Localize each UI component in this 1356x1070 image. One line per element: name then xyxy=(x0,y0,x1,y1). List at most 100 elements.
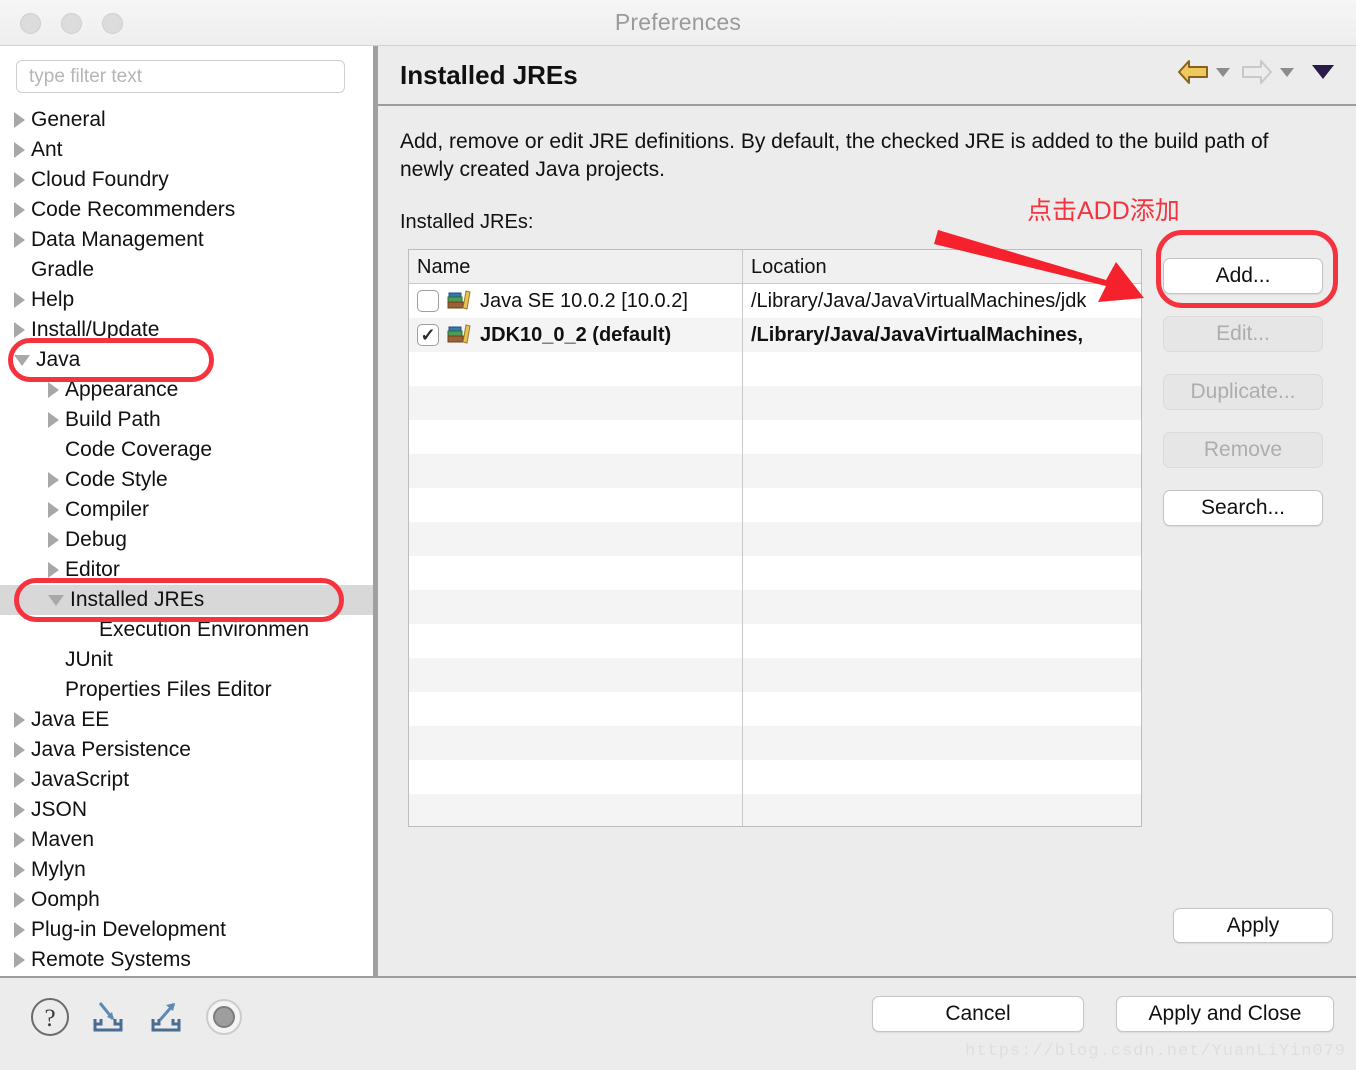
sidebar-item-ant[interactable]: Ant xyxy=(0,135,375,165)
table-row[interactable]: Java SE 10.0.2 [10.0.2] /Library/Java/Jav… xyxy=(409,284,1141,318)
help-icon[interactable]: ? xyxy=(28,995,72,1044)
twisty-collapsed-icon[interactable] xyxy=(48,562,59,578)
sidebar-item-maven[interactable]: Maven xyxy=(0,825,375,855)
twisty-expanded-icon[interactable] xyxy=(48,594,64,606)
sidebar-item-editor[interactable]: Editor xyxy=(0,555,375,585)
export-icon[interactable] xyxy=(144,995,188,1044)
sidebar-item-java-ee[interactable]: Java EE xyxy=(0,705,375,735)
sidebar-item-java[interactable]: Java xyxy=(0,345,375,375)
cell-empty xyxy=(743,794,1141,826)
cell-empty xyxy=(743,352,1141,386)
twisty-collapsed-icon[interactable] xyxy=(14,712,25,728)
page-description: Add, remove or edit JRE definitions. By … xyxy=(400,130,1269,182)
sidebar-item-data-management[interactable]: Data Management xyxy=(0,225,375,255)
twisty-collapsed-icon[interactable] xyxy=(14,892,25,908)
forward-arrow-icon xyxy=(1240,58,1274,86)
restore-defaults-icon[interactable] xyxy=(202,995,246,1044)
search-button[interactable]: Search... xyxy=(1163,490,1323,526)
back-arrow-icon[interactable] xyxy=(1176,58,1210,86)
add-button[interactable]: Add... xyxy=(1163,258,1323,294)
twisty-collapsed-icon[interactable] xyxy=(14,832,25,848)
sidebar-item-code-coverage[interactable]: Code Coverage xyxy=(0,435,375,465)
search-input[interactable] xyxy=(16,60,345,93)
twisty-collapsed-icon[interactable] xyxy=(48,412,59,428)
apply-and-close-button[interactable]: Apply and Close xyxy=(1116,996,1334,1032)
twisty-collapsed-icon[interactable] xyxy=(14,952,25,968)
sidebar-item-label: Install/Update xyxy=(31,318,160,341)
twisty-collapsed-icon[interactable] xyxy=(14,292,25,308)
sidebar-item-install-update[interactable]: Install/Update xyxy=(0,315,375,345)
twisty-collapsed-icon[interactable] xyxy=(14,322,25,338)
cell-location: /Library/Java/JavaVirtualMachines/jdk xyxy=(751,290,1087,312)
table-row-empty xyxy=(409,692,1141,726)
preferences-tree[interactable]: General Ant Cloud Foundry Code Recommenders… xyxy=(0,105,375,976)
sidebar-item-label: Cloud Foundry xyxy=(31,168,169,191)
sidebar-item-java-persistence[interactable]: Java Persistence xyxy=(0,735,375,765)
jre-checkbox[interactable] xyxy=(417,290,439,312)
sidebar-item-installed-jres[interactable]: Installed JREs xyxy=(0,585,375,615)
sidebar-item-label: Editor xyxy=(65,558,120,581)
installed-jres-table[interactable]: Name Location Java SE 10.0.2 [10.0.2] /Li… xyxy=(408,249,1142,827)
forward-history-chevron-icon[interactable] xyxy=(1280,67,1294,77)
cell-empty xyxy=(743,658,1141,692)
sidebar-item-properties-files-editor[interactable]: Properties Files Editor xyxy=(0,675,375,705)
column-header-location[interactable]: Location xyxy=(743,250,1141,284)
twisty-collapsed-icon[interactable] xyxy=(48,472,59,488)
twisty-collapsed-icon[interactable] xyxy=(14,772,25,788)
twisty-collapsed-icon[interactable] xyxy=(14,142,25,158)
twisty-collapsed-icon[interactable] xyxy=(14,112,25,128)
sidebar-item-label: Mylyn xyxy=(31,858,86,881)
sidebar-item-help[interactable]: Help xyxy=(0,285,375,315)
sidebar-item-gradle[interactable]: Gradle xyxy=(0,255,375,285)
sidebar-item-javascript[interactable]: JavaScript xyxy=(0,765,375,795)
cancel-button[interactable]: Cancel xyxy=(872,996,1084,1032)
twisty-collapsed-icon[interactable] xyxy=(14,922,25,938)
column-header-name[interactable]: Name xyxy=(409,250,743,284)
sidebar-item-label: JSON xyxy=(31,798,88,821)
twisty-collapsed-icon[interactable] xyxy=(48,382,59,398)
sidebar-item-label: Java EE xyxy=(31,708,110,731)
sidebar-item-compiler[interactable]: Compiler xyxy=(0,495,375,525)
sidebar-item-plug-in-development[interactable]: Plug-in Development xyxy=(0,915,375,945)
sidebar-item-label: Code Style xyxy=(65,468,168,491)
sidebar-item-execution-environmen[interactable]: Execution Environmen xyxy=(0,615,375,645)
sidebar-item-code-recommenders[interactable]: Code Recommenders xyxy=(0,195,375,225)
sidebar-item-remote-systems[interactable]: Remote Systems xyxy=(0,945,375,975)
sidebar-item-cloud-foundry[interactable]: Cloud Foundry xyxy=(0,165,375,195)
twisty-collapsed-icon[interactable] xyxy=(14,232,25,248)
import-icon[interactable] xyxy=(86,995,130,1044)
twisty-collapsed-icon[interactable] xyxy=(14,802,25,818)
cell-empty xyxy=(743,590,1141,624)
cell-empty xyxy=(409,420,743,454)
apply-button[interactable]: Apply xyxy=(1173,908,1333,943)
jre-icon xyxy=(447,323,480,347)
twisty-collapsed-icon[interactable] xyxy=(48,532,59,548)
twisty-collapsed-icon[interactable] xyxy=(14,202,25,218)
sidebar-item-debug[interactable]: Debug xyxy=(0,525,375,555)
twisty-collapsed-icon[interactable] xyxy=(14,742,25,758)
table-row[interactable]: ✓ JDK10_0_2 (default) /Library/Java/JavaVi… xyxy=(409,318,1141,352)
twisty-collapsed-icon[interactable] xyxy=(14,862,25,878)
sidebar-item-code-style[interactable]: Code Style xyxy=(0,465,375,495)
sidebar-item-general[interactable]: General xyxy=(0,105,375,135)
cell-empty xyxy=(409,590,743,624)
jre-checkbox[interactable]: ✓ xyxy=(417,324,439,346)
sidebar-item-appearance[interactable]: Appearance xyxy=(0,375,375,405)
page-nav-controls xyxy=(1176,58,1334,86)
sidebar-item-label: Compiler xyxy=(65,498,150,521)
sidebar-item-build-path[interactable]: Build Path xyxy=(0,405,375,435)
twisty-collapsed-icon[interactable] xyxy=(14,172,25,188)
cell-empty xyxy=(743,522,1141,556)
chevron-down-icon[interactable] xyxy=(1312,65,1334,79)
sidebar-item-json[interactable]: JSON xyxy=(0,795,375,825)
sidebar-item-label: Data Management xyxy=(31,228,204,251)
twisty-collapsed-icon[interactable] xyxy=(48,502,59,518)
table-row-empty xyxy=(409,420,1141,454)
sidebar-item-mylyn[interactable]: Mylyn xyxy=(0,855,375,885)
sidebar-item-oomph[interactable]: Oomph xyxy=(0,885,375,915)
page-header: Installed JREs xyxy=(378,46,1356,106)
sidebar-item-label: Code Recommenders xyxy=(31,198,236,221)
sidebar-item-junit[interactable]: JUnit xyxy=(0,645,375,675)
twisty-expanded-icon[interactable] xyxy=(14,354,30,366)
back-history-chevron-icon[interactable] xyxy=(1216,67,1230,77)
